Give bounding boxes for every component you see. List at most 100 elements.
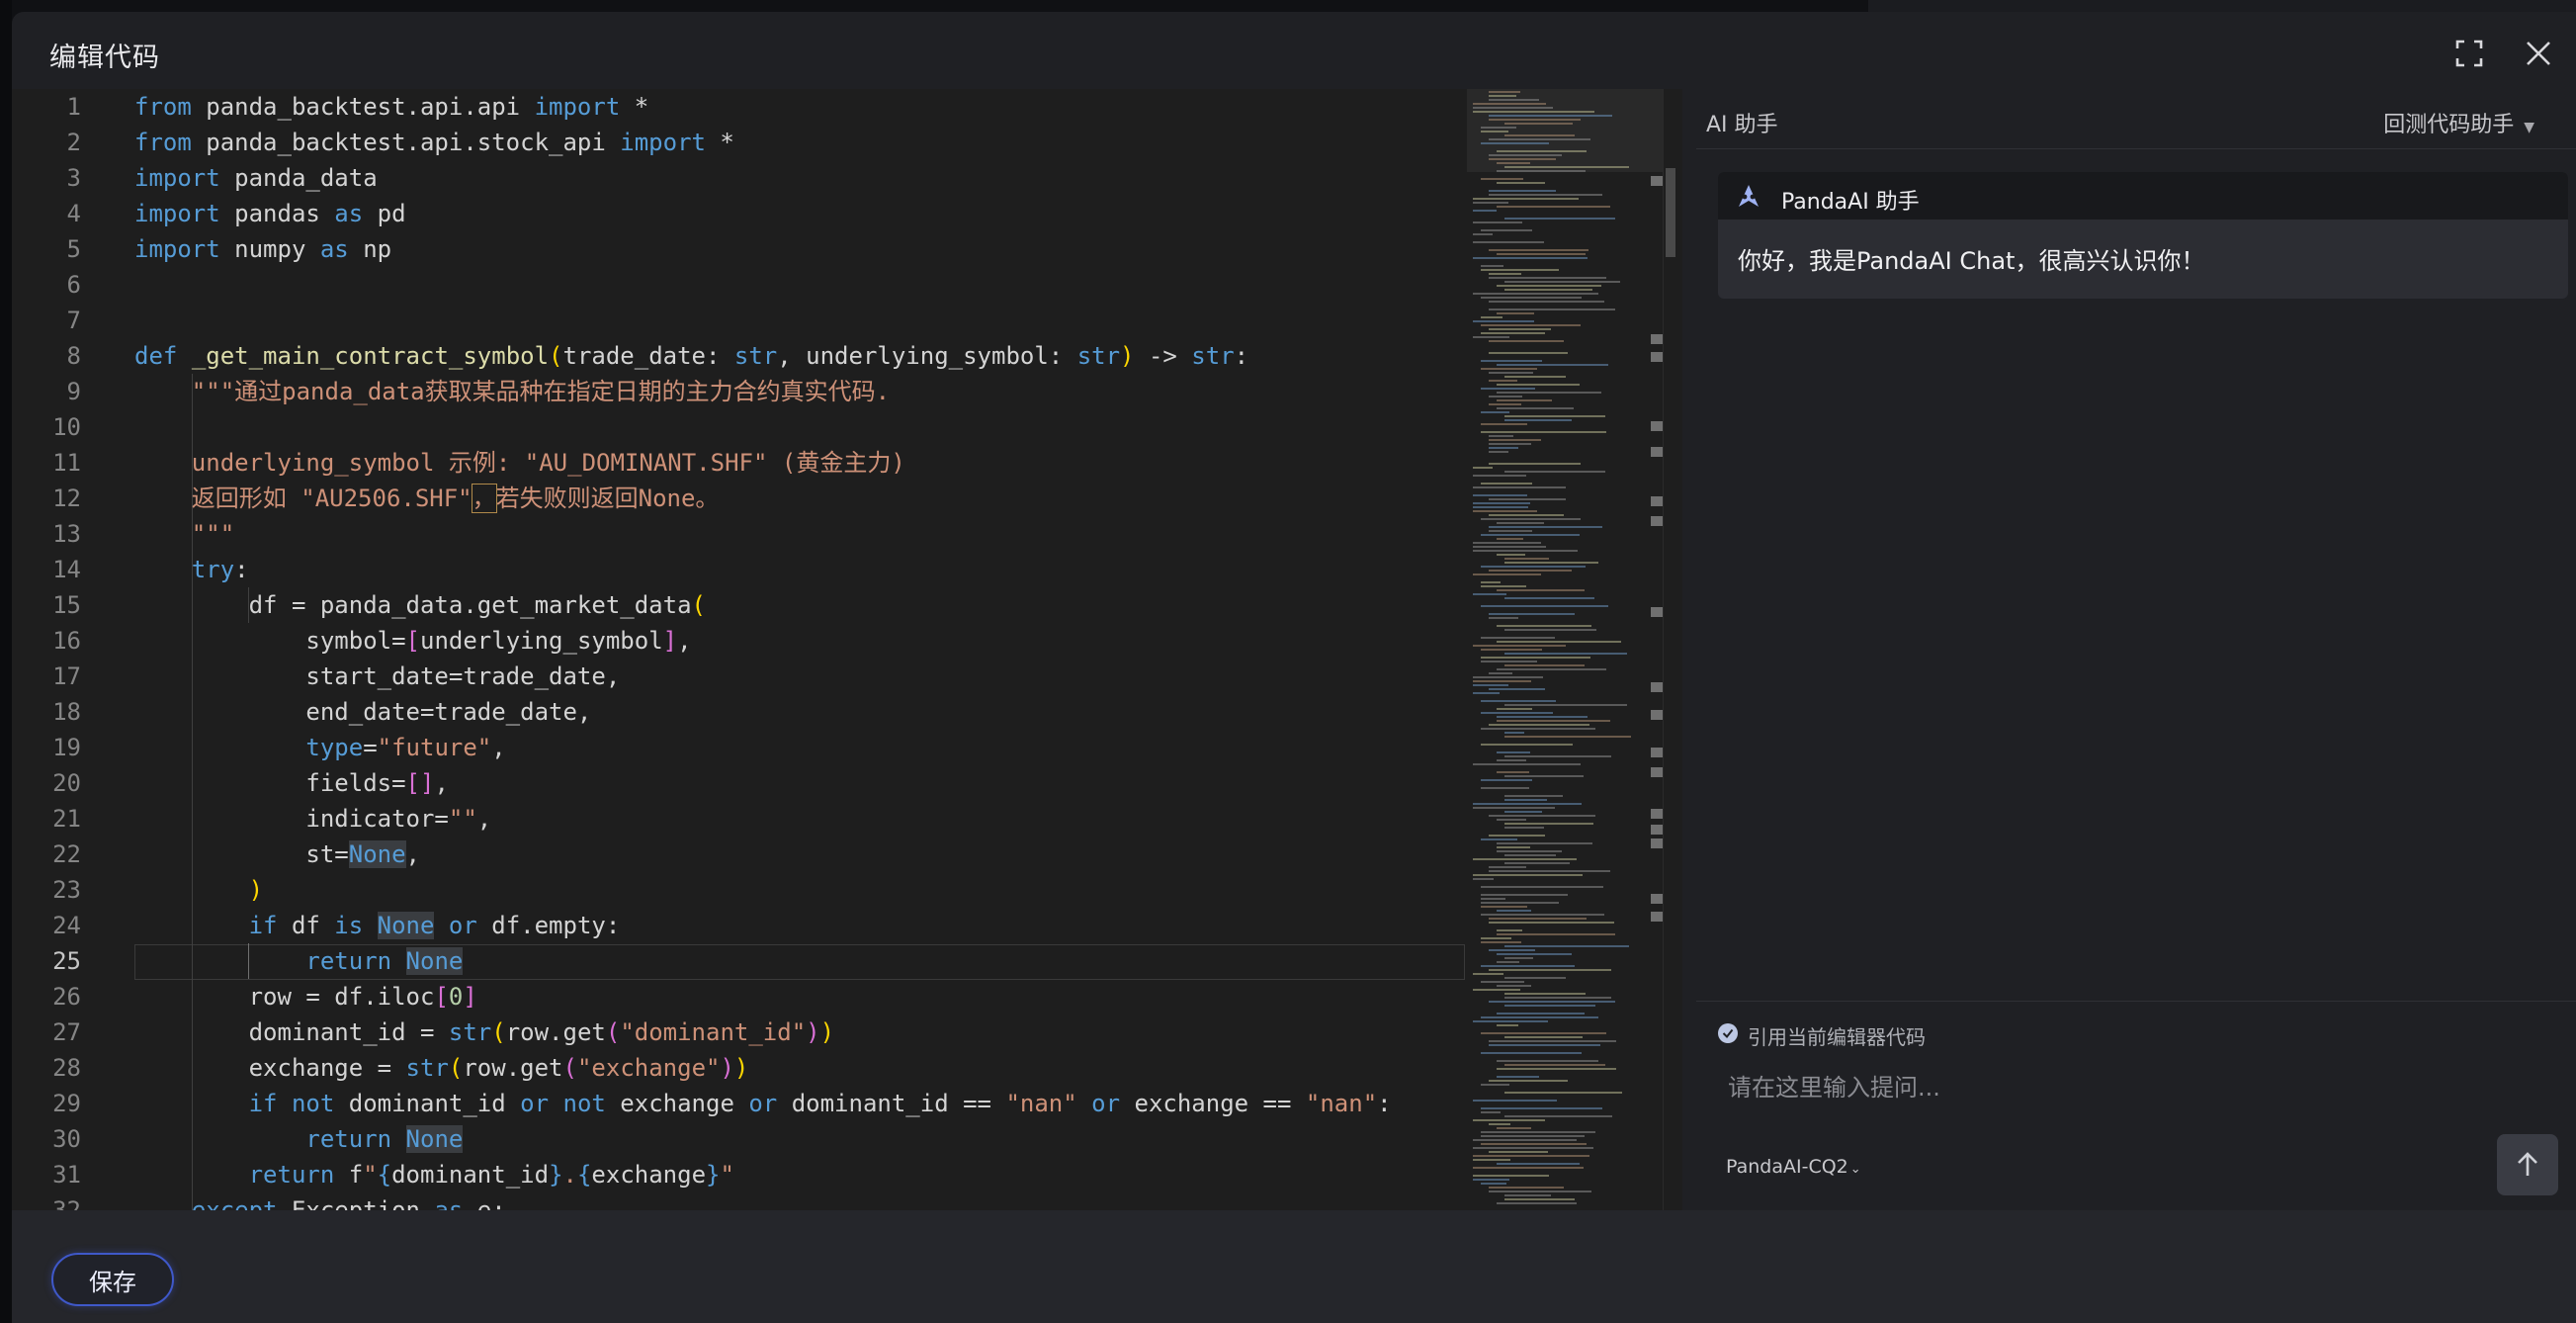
line-number: 13: [52, 520, 81, 548]
panel-divider[interactable]: [1682, 89, 1696, 1210]
code-line: import panda_data: [134, 164, 378, 192]
send-button[interactable]: [2497, 1134, 2558, 1195]
minimap-code-line: [1489, 949, 1535, 951]
minimap-code-line: [1481, 585, 1526, 587]
model-select[interactable]: PandaAI-CQ2 ⌄: [1726, 1156, 1861, 1178]
minimap-code-line: [1481, 712, 1553, 714]
line-number: 11: [52, 449, 81, 477]
minimap-code-line: [1481, 1135, 1585, 1137]
minimap-code-line: [1497, 253, 1586, 255]
minimap-code-line: [1473, 1139, 1577, 1141]
overview-ruler-mark: [1651, 894, 1663, 904]
minimap-code-line: [1489, 451, 1508, 453]
minimap-code-line: [1489, 1191, 1591, 1192]
minimap-code-line: [1504, 218, 1615, 220]
minimap-code-line: [1504, 795, 1563, 797]
code-content[interactable]: from panda_backtest.api.api import * fro…: [134, 89, 1465, 1210]
minimap-code-line: [1489, 1044, 1600, 1046]
line-number: 23: [52, 876, 81, 904]
editor-scrollbar-thumb[interactable]: [1666, 168, 1675, 257]
line-number: 16: [52, 627, 81, 655]
question-input[interactable]: [1726, 1065, 2481, 1110]
minimap-code-line: [1473, 645, 1566, 647]
minimap-code-line: [1489, 1040, 1616, 1042]
minimap-code-line: [1481, 605, 1608, 607]
close-button[interactable]: [2519, 34, 2558, 73]
code-line: fields=[],: [134, 769, 449, 797]
overview-ruler-mark: [1651, 710, 1663, 720]
minimap-code-line: [1481, 637, 1555, 639]
minimap-code-line: [1504, 1064, 1605, 1066]
minimap-code-line: [1489, 352, 1568, 354]
minimap-code-line: [1504, 732, 1524, 734]
code-line: except Exception as e:: [191, 1196, 506, 1210]
minimap-code-line: [1481, 411, 1509, 413]
minimap-code-line: [1497, 1163, 1580, 1165]
minimap-code-line: [1481, 838, 1517, 840]
minimap-code-line: [1481, 744, 1573, 746]
minimap-code-line: [1497, 285, 1601, 287]
minimap-code-line: [1473, 506, 1528, 508]
bot-name: PandaAI 助手: [1781, 190, 1920, 215]
minimap-code-line: [1489, 301, 1604, 303]
line-number: 10: [52, 413, 81, 441]
overview-ruler-mark: [1651, 838, 1663, 848]
minimap-code-line: [1489, 447, 1518, 449]
minimap-code-line: [1504, 854, 1556, 856]
minimap-code-line: [1504, 134, 1575, 136]
code-editor[interactable]: 1 2 3 4 5 6 7 8 9 10 11 12 13 14 15 16 1…: [12, 89, 1682, 1210]
minimap-code-line: [1497, 819, 1526, 821]
code-minimap[interactable]: [1467, 89, 1663, 1210]
minimap-code-line: [1497, 708, 1532, 710]
minimap-code-line: [1489, 190, 1556, 192]
minimap-code-line: [1481, 534, 1580, 536]
code-line: end_date=trade_date,: [134, 698, 592, 726]
minimap-code-line: [1473, 1175, 1549, 1177]
minimap-code-line: [1504, 562, 1598, 564]
assistant-mode-dropdown[interactable]: 回测代码助手 ▼: [2383, 107, 2534, 138]
model-select-label: PandaAI-CQ2: [1726, 1156, 1848, 1178]
line-number-gutter: 1 2 3 4 5 6 7 8 9 10 11 12 13 14 15 16 1…: [12, 89, 111, 1210]
minimap-code-line: [1481, 483, 1532, 485]
minimap-code-line: [1497, 150, 1587, 152]
minimap-code-line: [1489, 138, 1590, 140]
minimap-code-line: [1473, 550, 1578, 552]
code-line: ): [248, 876, 264, 904]
minimap-code-line: [1497, 625, 1591, 627]
line-number-active: 25: [52, 947, 81, 975]
minimap-code-line: [1481, 127, 1516, 129]
chevron-down-icon: ⌄: [1849, 1162, 1861, 1177]
minimap-code-line: [1473, 542, 1541, 544]
minimap-code-line: [1504, 415, 1605, 417]
minimap-code-line: [1489, 570, 1572, 572]
code-line: st=None,: [134, 840, 420, 868]
minimap-code-line: [1489, 119, 1581, 121]
minimap-code-line: [1504, 419, 1572, 421]
minimap-code-line: [1473, 1119, 1545, 1121]
code-line: underlying_symbol 示例: "AU_DOMINANT.SHF" …: [134, 449, 905, 477]
minimap-code-line: [1481, 941, 1521, 943]
overview-ruler-mark: [1651, 767, 1663, 777]
minimap-code-line: [1489, 1080, 1568, 1082]
editor-scrollbar[interactable]: [1663, 89, 1677, 1210]
minimap-code-line: [1504, 823, 1593, 825]
overview-ruler-mark: [1651, 809, 1663, 819]
line-number: 12: [52, 485, 81, 512]
minimap-code-line: [1497, 1068, 1616, 1070]
line-number: 6: [66, 271, 81, 299]
overview-ruler-mark: [1651, 682, 1663, 692]
minimap-code-line: [1504, 653, 1627, 655]
line-number: 9: [66, 378, 81, 405]
minimap-code-line: [1481, 518, 1581, 520]
minimap-code-line: [1497, 1060, 1598, 1062]
minimap-code-line: [1497, 641, 1621, 643]
fullscreen-button[interactable]: [2449, 34, 2489, 73]
minimap-code-line: [1504, 945, 1629, 947]
minimap-code-line: [1473, 1155, 1589, 1157]
minimap-code-line: [1489, 498, 1566, 500]
save-button[interactable]: 保存: [51, 1253, 174, 1306]
minimap-code-line: [1481, 178, 1523, 180]
minimap-code-line: [1504, 123, 1573, 125]
minimap-code-line: [1481, 1016, 1598, 1018]
minimap-code-line: [1497, 1024, 1518, 1026]
